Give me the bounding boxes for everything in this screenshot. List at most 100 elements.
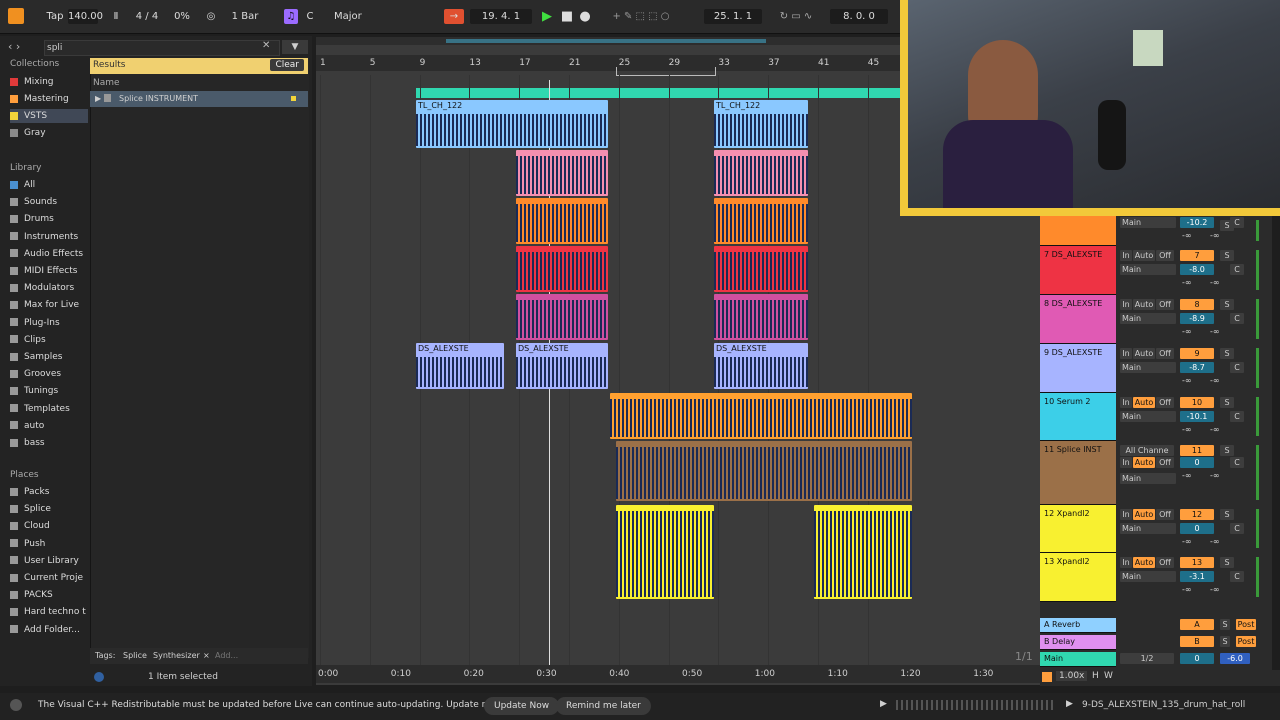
stop-icon[interactable]: ■ bbox=[560, 9, 574, 24]
solo-button[interactable]: S bbox=[1220, 509, 1234, 520]
follow-icon[interactable] bbox=[1042, 672, 1052, 682]
track-number[interactable]: 8 bbox=[1180, 299, 1214, 310]
arrangement-clip[interactable] bbox=[616, 505, 714, 599]
pan-center[interactable]: C bbox=[1230, 571, 1244, 582]
mixer-track-header[interactable]: 8 DS_ALEXSTE bbox=[1040, 295, 1116, 344]
result-item[interactable]: ▶ Splice INSTRUMENT bbox=[90, 91, 308, 107]
expand-icon[interactable]: ▶ bbox=[95, 94, 101, 103]
return-letter[interactable]: A bbox=[1180, 619, 1214, 630]
off-button[interactable]: Off bbox=[1156, 457, 1174, 468]
arrangement-clip[interactable] bbox=[714, 150, 808, 196]
filter-icon[interactable]: ▼ bbox=[282, 40, 308, 54]
arrangement-clip[interactable]: DS_ALEXSTE bbox=[416, 343, 504, 389]
tag-synthesizer[interactable]: Synthesizer bbox=[153, 651, 200, 660]
main-output[interactable]: 1/2 bbox=[1120, 653, 1174, 664]
mixer-track-header[interactable]: 11 Splice INST bbox=[1040, 441, 1116, 505]
places-item[interactable]: User Library bbox=[10, 554, 79, 568]
mixer-track-header[interactable]: 12 Xpandl2 bbox=[1040, 505, 1116, 553]
library-item[interactable]: All bbox=[10, 178, 35, 192]
output-dropdown[interactable]: Main bbox=[1120, 313, 1176, 324]
volume-field[interactable]: -10.2 bbox=[1180, 217, 1214, 228]
off-button[interactable]: Off bbox=[1156, 250, 1174, 261]
volume-field[interactable]: -8.7 bbox=[1180, 362, 1214, 373]
nav-arrows-icon[interactable]: ‹ › bbox=[8, 40, 38, 53]
w-toggle[interactable]: W bbox=[1104, 671, 1113, 681]
remove-tag-icon[interactable]: × bbox=[203, 651, 210, 660]
solo-button[interactable]: S bbox=[1220, 619, 1230, 630]
track-number[interactable]: 11 bbox=[1180, 445, 1214, 456]
loop-brace[interactable] bbox=[616, 67, 716, 76]
off-button[interactable]: Off bbox=[1156, 299, 1174, 310]
library-item[interactable]: Sounds bbox=[10, 195, 57, 209]
main-track[interactable]: Main bbox=[1040, 652, 1116, 667]
off-button[interactable]: Off bbox=[1156, 397, 1174, 408]
quantize-dropdown[interactable]: 1 Bar bbox=[228, 9, 262, 24]
tag-splice[interactable]: Splice bbox=[123, 651, 147, 660]
library-item[interactable]: Audio Effects bbox=[10, 247, 83, 261]
library-item[interactable]: Templates bbox=[10, 402, 70, 416]
in-button[interactable]: In bbox=[1120, 509, 1132, 520]
library-item[interactable]: auto bbox=[10, 419, 44, 433]
overview-bar[interactable] bbox=[316, 37, 900, 45]
remind-later-button[interactable]: Remind me later bbox=[556, 697, 651, 715]
solo-button[interactable]: S bbox=[1220, 557, 1234, 568]
auto-button[interactable]: Auto bbox=[1133, 557, 1155, 568]
mixer-track-header[interactable]: 7 DS_ALEXSTE bbox=[1040, 246, 1116, 295]
volume-field[interactable]: 0 bbox=[1180, 457, 1214, 468]
places-item[interactable]: Current Proje bbox=[10, 571, 83, 585]
output-dropdown[interactable]: Main bbox=[1120, 264, 1176, 275]
arrangement-clip[interactable] bbox=[516, 198, 608, 244]
solo-button[interactable]: S bbox=[1220, 397, 1234, 408]
arrangement-clip[interactable] bbox=[616, 441, 912, 501]
pan-center[interactable]: C bbox=[1230, 264, 1244, 275]
library-item[interactable]: Samples bbox=[10, 350, 62, 364]
return-track[interactable]: B Delay bbox=[1040, 635, 1116, 650]
collection-vsts[interactable]: VSTS bbox=[10, 109, 88, 123]
pan-center[interactable]: C bbox=[1230, 362, 1244, 373]
pan-center[interactable]: C bbox=[1230, 523, 1244, 534]
time-signature[interactable]: 4 / 4 bbox=[132, 9, 162, 24]
scale-dropdown[interactable]: Major bbox=[334, 9, 384, 24]
library-item[interactable]: Instruments bbox=[10, 230, 78, 244]
arrangement-clip[interactable] bbox=[714, 294, 808, 340]
record-icon[interactable]: ● bbox=[578, 9, 592, 24]
places-item[interactable]: Packs bbox=[10, 485, 49, 499]
arrangement-clip[interactable] bbox=[516, 150, 608, 196]
preview-waveform[interactable] bbox=[896, 700, 1056, 710]
tap-button[interactable]: Tap bbox=[44, 9, 66, 24]
volume-field[interactable]: -8.0 bbox=[1180, 264, 1214, 275]
arrangement-clip[interactable] bbox=[714, 246, 808, 292]
arrangement-clip[interactable]: TL_CH_122 bbox=[416, 100, 608, 148]
places-item[interactable]: PACKS bbox=[10, 588, 53, 602]
key-dropdown[interactable]: C bbox=[300, 9, 320, 24]
clear-search-icon[interactable]: ✕ bbox=[262, 40, 270, 51]
track-number[interactable]: 7 bbox=[1180, 250, 1214, 261]
mixer-track-header[interactable]: 9 DS_ALEXSTE bbox=[1040, 344, 1116, 393]
in-button[interactable]: In bbox=[1120, 397, 1132, 408]
in-button[interactable]: In bbox=[1120, 299, 1132, 310]
output-dropdown[interactable]: Main bbox=[1120, 473, 1176, 484]
info-icon[interactable] bbox=[94, 672, 104, 682]
volume-field[interactable]: -8.9 bbox=[1180, 313, 1214, 324]
post-button[interactable]: Post bbox=[1236, 619, 1256, 630]
output-dropdown[interactable]: Main bbox=[1120, 411, 1176, 422]
loop-icons[interactable]: ↻ ▭ ∿ bbox=[766, 9, 826, 24]
mixer-track-header[interactable]: 13 Xpandl2 bbox=[1040, 553, 1116, 602]
scale-mode-icon[interactable]: ♫ bbox=[284, 9, 298, 24]
library-item[interactable]: Clips bbox=[10, 333, 46, 347]
post-button[interactable]: Post bbox=[1236, 636, 1256, 647]
clip-play-icon[interactable]: ▶ bbox=[1066, 699, 1073, 709]
groove-amount[interactable]: 0% bbox=[168, 9, 196, 24]
in-button[interactable]: In bbox=[1120, 557, 1132, 568]
update-now-button[interactable]: Update Now bbox=[484, 697, 560, 715]
library-item[interactable]: Plug-Ins bbox=[10, 316, 60, 330]
library-item[interactable]: Tunings bbox=[10, 384, 58, 398]
arrangement-clip[interactable] bbox=[610, 393, 912, 439]
add-tag-button[interactable]: Add... bbox=[215, 651, 238, 660]
auto-button[interactable]: Auto bbox=[1133, 457, 1155, 468]
h-toggle[interactable]: H bbox=[1092, 671, 1099, 681]
pan-center[interactable]: C bbox=[1230, 313, 1244, 324]
track-number[interactable]: 9 bbox=[1180, 348, 1214, 359]
time-ruler[interactable]: 0:00 0:10 0:20 0:30 0:40 0:50 1:00 1:10 1:20 1:30 bbox=[316, 665, 1040, 683]
in-button[interactable]: In bbox=[1120, 250, 1132, 261]
